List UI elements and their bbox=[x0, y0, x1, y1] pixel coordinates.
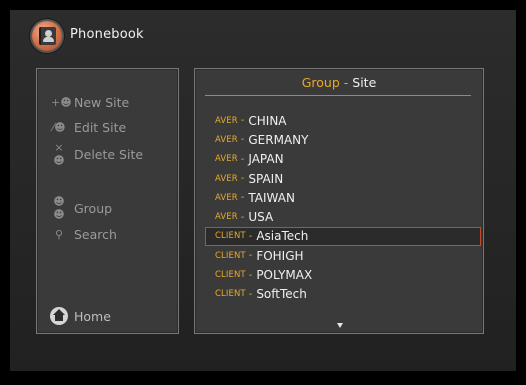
add-user-icon: +☻ bbox=[51, 95, 72, 109]
sidebar-item-search[interactable]: ⚲ Search bbox=[37, 223, 178, 245]
sidebar-item-label: Search bbox=[74, 226, 117, 242]
list-item-site: USA bbox=[248, 210, 274, 225]
list-item-site: GERMANY bbox=[248, 132, 309, 147]
divider bbox=[205, 95, 471, 96]
list-item-separator: - bbox=[240, 211, 245, 223]
list-item-separator: - bbox=[248, 250, 253, 262]
list-header-dash: - bbox=[343, 75, 349, 90]
search-icon: ⚲ bbox=[54, 227, 64, 241]
delete-user-icon: ×☻ bbox=[53, 141, 65, 167]
phonebook-icon bbox=[32, 21, 62, 51]
list-item[interactable]: CLIENT - POLYMAX bbox=[205, 265, 481, 284]
list-item[interactable]: AVER - CHINA bbox=[205, 111, 481, 130]
list-item-group: AVER bbox=[215, 115, 238, 126]
list-item-group: AVER bbox=[215, 192, 238, 203]
list-item-separator: - bbox=[240, 173, 245, 185]
sidebar-menu: +☻ New Site ⁄☻ Edit Site ×☻ Delete Site … bbox=[36, 68, 179, 334]
list-item-separator: - bbox=[248, 269, 253, 281]
edit-user-icon: ⁄☻ bbox=[52, 120, 66, 134]
list-item[interactable]: CLIENT - SoftTech bbox=[205, 285, 481, 304]
list-header-group: Group bbox=[301, 75, 340, 90]
sidebar-item-label: Delete Site bbox=[74, 146, 144, 162]
sidebar-item-label: Group bbox=[74, 200, 113, 216]
sidebar-item-new-site[interactable]: +☻ New Site bbox=[37, 91, 178, 113]
site-list-panel: Group - Site AVER - CHINA AVER - GERMANY… bbox=[194, 68, 484, 334]
sidebar-item-label: Edit Site bbox=[74, 119, 127, 135]
sidebar-item-home[interactable]: Home bbox=[37, 305, 178, 327]
sidebar-item-edit-site[interactable]: ⁄☻ Edit Site bbox=[37, 116, 178, 138]
sidebar-item-delete-site[interactable]: ×☻ Delete Site bbox=[37, 141, 178, 167]
list-item-site: FOHIGH bbox=[256, 248, 304, 263]
list-item[interactable]: AVER - USA bbox=[205, 207, 481, 226]
list-item-group: AVER bbox=[215, 173, 238, 184]
phonebook-screen: Phonebook +☻ New Site ⁄☻ Edit Site ×☻ De… bbox=[10, 10, 516, 371]
list-header-site: Site bbox=[352, 75, 377, 90]
list-item-group: AVER bbox=[215, 154, 238, 165]
group-icon: ☻☻ bbox=[53, 195, 65, 221]
sidebar-item-label: New Site bbox=[74, 94, 130, 110]
sidebar-item-group[interactable]: ☻☻ Group bbox=[37, 195, 178, 221]
list-item-site: SoftTech bbox=[256, 287, 307, 302]
list-item-group: CLIENT bbox=[215, 231, 246, 242]
list-item-site: AsiaTech bbox=[256, 229, 309, 244]
scroll-down-icon[interactable] bbox=[337, 323, 343, 328]
list-item[interactable]: AVER - JAPAN bbox=[205, 150, 481, 169]
list-item-site: SPAIN bbox=[248, 171, 284, 186]
list-item-separator: - bbox=[240, 153, 245, 165]
list-item-selected[interactable]: CLIENT - AsiaTech bbox=[205, 226, 481, 247]
site-list: AVER - CHINA AVER - GERMANY AVER - JAPAN… bbox=[205, 111, 481, 304]
list-item-site: TAIWAN bbox=[248, 190, 295, 205]
list-item-separator: - bbox=[240, 115, 245, 127]
list-header: Group - Site bbox=[209, 72, 469, 94]
home-icon bbox=[50, 307, 68, 325]
list-item-separator: - bbox=[240, 134, 245, 146]
list-item-group: AVER bbox=[215, 134, 238, 145]
list-item-separator: - bbox=[240, 192, 245, 204]
list-item-site: JAPAN bbox=[248, 152, 284, 167]
list-item[interactable]: AVER - TAIWAN bbox=[205, 188, 481, 207]
list-item-site: CHINA bbox=[248, 113, 287, 128]
page-title: Phonebook bbox=[70, 27, 144, 42]
list-item[interactable]: CLIENT - FOHIGH bbox=[205, 246, 481, 265]
list-item[interactable]: AVER - SPAIN bbox=[205, 169, 481, 188]
contact-book-glyph bbox=[39, 27, 56, 45]
list-item-site: POLYMAX bbox=[256, 268, 313, 283]
list-item-group: CLIENT bbox=[215, 270, 246, 281]
list-item[interactable]: AVER - GERMANY bbox=[205, 130, 481, 149]
list-item-group: CLIENT bbox=[215, 250, 246, 261]
list-item-group: AVER bbox=[215, 212, 238, 223]
list-item-group: CLIENT bbox=[215, 289, 246, 300]
list-item-separator: - bbox=[248, 288, 253, 300]
sidebar-item-label: Home bbox=[74, 308, 111, 324]
list-item-separator: - bbox=[248, 230, 253, 242]
